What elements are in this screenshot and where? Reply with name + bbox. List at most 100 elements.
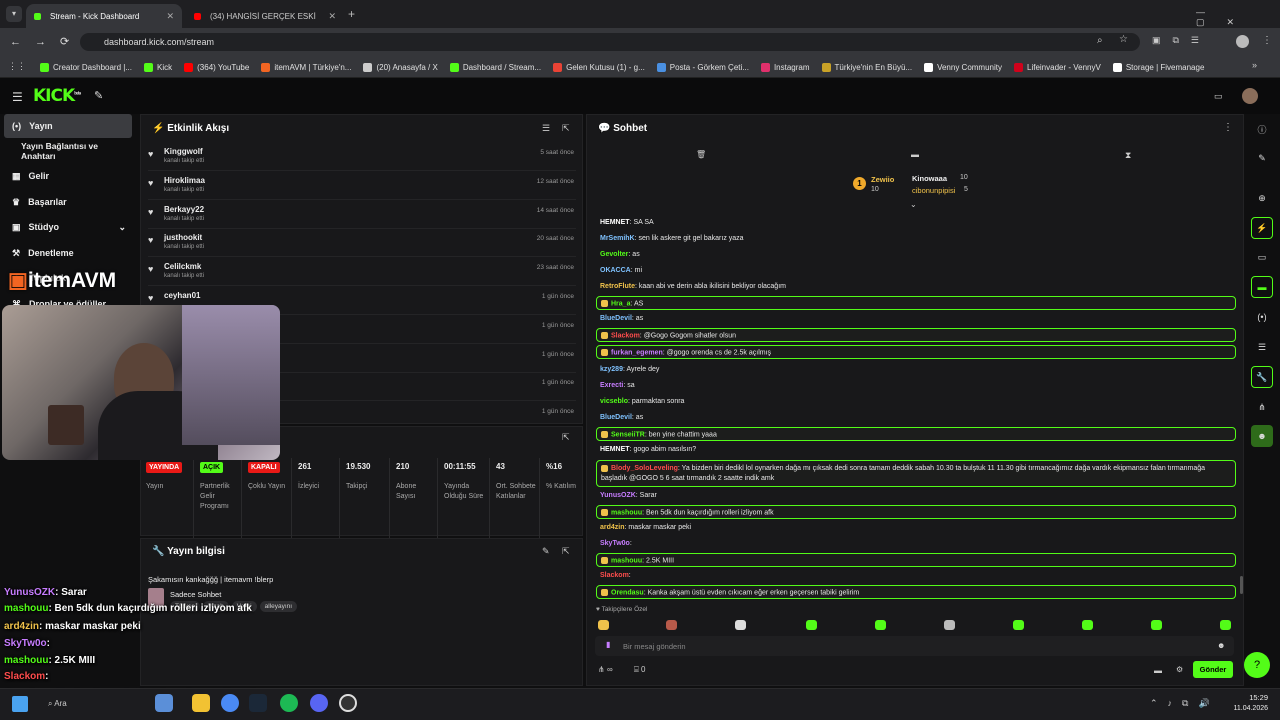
note-icon[interactable]: ▭ bbox=[1251, 246, 1273, 268]
tray-icons[interactable]: ⌃♪⧉🔊 bbox=[1150, 698, 1220, 709]
bot-icon[interactable]: ☻ bbox=[1251, 425, 1273, 447]
bookmark-item[interactable]: Venny Community bbox=[918, 62, 1008, 72]
chat-scrollbar[interactable] bbox=[1240, 576, 1243, 594]
chat-username[interactable]: vicseblo bbox=[600, 398, 628, 405]
discord-icon[interactable] bbox=[310, 694, 328, 712]
obs-icon[interactable] bbox=[339, 694, 357, 712]
layers-icon[interactable]: ☰ bbox=[1251, 336, 1273, 358]
tag-chip[interactable]: alleyayını bbox=[259, 601, 298, 612]
folder-icon[interactable] bbox=[192, 694, 210, 712]
apps-icon[interactable]: ⋮⋮ bbox=[8, 61, 26, 72]
windows-start-icon[interactable] bbox=[12, 696, 28, 712]
emote-icon[interactable] bbox=[666, 620, 677, 630]
tab-kick-dashboard[interactable]: Stream - Kick Dashboard ✕ bbox=[26, 4, 182, 28]
chat-username[interactable]: Slackom bbox=[611, 332, 640, 339]
chat-username[interactable]: furkan_egemen bbox=[611, 349, 663, 356]
chat-username[interactable]: mashouu bbox=[611, 557, 642, 564]
chat-message[interactable]: SenseiiTR: ben yine chattim yaaa bbox=[596, 427, 1236, 441]
chat-username[interactable]: SkyTw0o bbox=[600, 540, 630, 547]
bookmark-star-icon[interactable]: ☆ bbox=[1119, 34, 1128, 45]
chat-username[interactable]: mashouu bbox=[611, 509, 642, 516]
chat-username[interactable]: kzy289 bbox=[600, 366, 623, 373]
bookmark-item[interactable]: Lifeinvader - VennyV bbox=[1008, 62, 1107, 72]
chat-username[interactable]: Gevolter bbox=[600, 251, 628, 258]
nav-buttons[interactable]: ←→⟳ bbox=[10, 35, 83, 48]
expand-icon[interactable]: ⌄ bbox=[910, 200, 917, 209]
more-icon[interactable]: ⋮ bbox=[1223, 122, 1233, 133]
chat-message[interactable]: SkyTw0o: bbox=[596, 537, 1236, 551]
broadcast-icon[interactable]: (•) bbox=[1251, 306, 1273, 328]
chat-message[interactable]: OKACCA: mi bbox=[596, 264, 1236, 278]
chat-username[interactable]: BlueDevil bbox=[600, 414, 632, 421]
chat-message[interactable]: mashouu: Ben 5dk dun kaçırdığım rolleri … bbox=[596, 505, 1236, 519]
activity-row[interactable]: ♥ Hiroklimaa kanalı takip etti 12 saat önce bbox=[148, 172, 576, 200]
chat-message[interactable]: MrSemihK: sen lik askere git gel bakarız… bbox=[596, 232, 1236, 246]
bookmark-item[interactable]: Creator Dashboard |... bbox=[34, 62, 138, 72]
new-tab-icon[interactable]: + bbox=[348, 7, 355, 21]
emote-icon[interactable] bbox=[875, 620, 886, 630]
send-button[interactable]: Gönder bbox=[1193, 661, 1233, 678]
wrench-icon[interactable]: 🔧 bbox=[1251, 366, 1273, 388]
steam-icon[interactable] bbox=[249, 694, 267, 712]
chat-message[interactable]: HEMNET: SA SA bbox=[596, 216, 1236, 230]
close-icon[interactable]: ✕ bbox=[166, 11, 174, 22]
taskbar-app-icon[interactable] bbox=[155, 694, 173, 712]
chat-username[interactable]: MrSemihK bbox=[600, 235, 635, 242]
chat-input-box[interactable] bbox=[595, 636, 1234, 656]
bookmark-item[interactable]: Posta - Görkem Çeti... bbox=[651, 62, 755, 72]
share-icon[interactable]: ⋔ ∞ bbox=[598, 665, 613, 674]
emoji-icon[interactable]: ☻ bbox=[1217, 641, 1225, 650]
sidebar-item-studyo[interactable]: ▣ Stüdyo ⌄ bbox=[4, 215, 132, 239]
url-field[interactable]: dashboard.kick.com/stream bbox=[80, 33, 1140, 51]
tab-youtube[interactable]: (34) HANGİSİ GERÇEK ESKİ SEV ✕ bbox=[186, 4, 344, 28]
activity-row[interactable]: ♥ justhookit kanalı takip etti 20 saat önce bbox=[148, 229, 576, 258]
chat-message[interactable]: mashouu: 2.5K MIII bbox=[596, 553, 1236, 567]
sidebar-item-stream-key[interactable]: Yayın Bağlantısı ve Anahtarı bbox=[4, 139, 132, 163]
chat-username[interactable]: Exrecti bbox=[600, 382, 623, 389]
spotify-icon[interactable] bbox=[280, 694, 298, 712]
chat-message[interactable]: kzy289: Ayrele dey bbox=[596, 363, 1236, 377]
chat-username[interactable]: BlueDevil bbox=[600, 315, 632, 322]
emote-icon[interactable] bbox=[1082, 620, 1093, 630]
edit-icon[interactable]: ✎ bbox=[542, 546, 550, 557]
bookmark-item[interactable]: itemAVM | Türkiye'n... bbox=[255, 62, 357, 72]
bookmark-item[interactable]: Instagram bbox=[755, 62, 816, 72]
chat-username[interactable]: Orendasu bbox=[611, 589, 644, 596]
bookmark-item[interactable]: (364) YouTube bbox=[178, 62, 255, 72]
emote-icon[interactable] bbox=[598, 620, 609, 630]
more-bookmarks-icon[interactable]: » bbox=[1252, 60, 1257, 70]
hourglass-icon[interactable]: ⧗ bbox=[1125, 150, 1131, 161]
trash-icon[interactable]: 🗑 bbox=[696, 150, 706, 159]
chat-message[interactable]: vicseblo: parmaktan sonra bbox=[596, 395, 1236, 409]
emote-icon[interactable] bbox=[1220, 620, 1231, 630]
kick-logo[interactable]: KICKbeta bbox=[33, 86, 81, 106]
chrome-icon[interactable] bbox=[221, 694, 239, 712]
chat-message[interactable]: Slackom: @Gogo Gogom sihatler olsun bbox=[596, 328, 1236, 342]
close-icon[interactable]: ✕ bbox=[328, 11, 336, 22]
sidebar-item-gelir[interactable]: ▦ Gelir bbox=[4, 164, 132, 188]
zoom-icon[interactable]: ⌕ bbox=[1097, 35, 1103, 46]
window-controls[interactable]: —▢✕ bbox=[1196, 7, 1280, 28]
emote-icon[interactable] bbox=[1013, 620, 1024, 630]
chat-message[interactable]: Slackom: bbox=[596, 569, 1236, 583]
chat-username[interactable]: Hra_a bbox=[611, 300, 630, 307]
filter-icon[interactable]: ☰ bbox=[542, 123, 550, 134]
share-icon[interactable]: ⋔ bbox=[1251, 396, 1273, 418]
chat-username[interactable]: Blody_SoloLeveling bbox=[611, 465, 678, 472]
activity-row[interactable]: ♥ Celilckmk kanalı takip etti 23 saat önce bbox=[148, 258, 576, 287]
taskbar-search[interactable]: ⌕ Ara bbox=[48, 699, 67, 709]
chat-message[interactable]: HEMNET: gogo abim nasılsın? bbox=[596, 443, 1236, 457]
emote-icon[interactable] bbox=[1151, 620, 1162, 630]
emote-icon[interactable] bbox=[944, 620, 955, 630]
tab-list-button[interactable]: ▾ bbox=[6, 6, 22, 22]
extensions-icon[interactable]: ▣⧉☰ bbox=[1152, 35, 1211, 46]
chat-message[interactable]: RetroFlute: kaan abi ve derin abla ikili… bbox=[596, 280, 1236, 294]
sidebar-item-basarilar[interactable]: ♛ Başarılar bbox=[4, 190, 132, 214]
popout-icon[interactable]: ⇱ bbox=[562, 123, 570, 134]
chat-message[interactable]: Exrecti: sa bbox=[596, 379, 1236, 393]
activity-row[interactable]: ♥ Berkayy22 kanalı takip etti 14 saat önce bbox=[148, 201, 576, 229]
chat-username[interactable]: RetroFlute bbox=[600, 283, 635, 290]
bookmark-item[interactable]: Gelen Kutusu (1) - g... bbox=[547, 62, 651, 72]
chat-message[interactable]: ard4zin: maskar maskar peki bbox=[596, 521, 1236, 535]
chat-message[interactable]: Gevolter: as bbox=[596, 248, 1236, 262]
